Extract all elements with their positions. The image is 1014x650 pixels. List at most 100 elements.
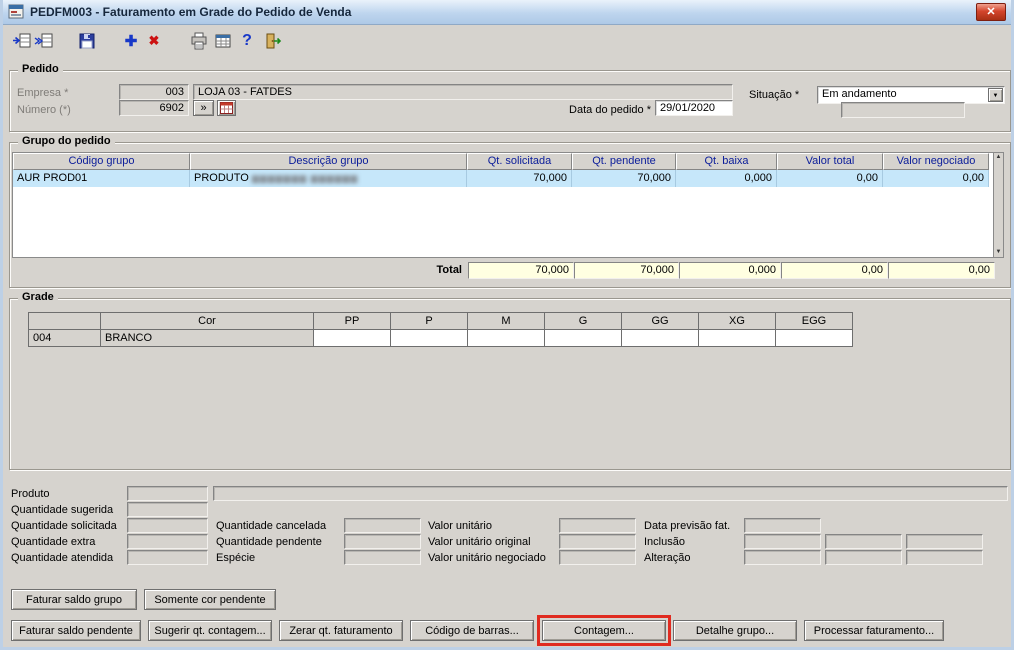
quantidade-atendida-label: Quantidade atendida (11, 552, 114, 564)
zerar-qt-faturamento-button[interactable]: Zerar qt. faturamento (279, 620, 403, 641)
especie-field[interactable] (344, 550, 421, 565)
table-row-qt-pendente-cell[interactable]: 70,000 (572, 170, 676, 187)
data-pedido-field[interactable]: 29/01/2020 (655, 100, 733, 116)
grade-header-egg: EGG (776, 313, 853, 330)
chevron-down-icon[interactable]: ▼ (988, 88, 1003, 102)
grade-header-xg: XG (699, 313, 776, 330)
grade-size-cell-egg[interactable] (776, 330, 853, 347)
column-header-descricao[interactable]: Descrição grupo (190, 153, 467, 170)
table-icon[interactable] (211, 29, 235, 53)
detalhe-grupo-button[interactable]: Detalhe grupo... (673, 620, 797, 641)
grade-size-cell-xg[interactable] (699, 330, 776, 347)
especie-label: Espécie (216, 552, 256, 564)
situacao-extra-field[interactable] (841, 102, 965, 118)
close-button[interactable]: ✕ (976, 3, 1006, 21)
print-icon[interactable] (187, 29, 211, 53)
table-row-valor-negociado-cell[interactable]: 0,00 (883, 170, 989, 187)
grade-row-color-cell[interactable]: BRANCO (101, 330, 314, 347)
delete-icon[interactable]: ✖ (142, 29, 166, 53)
scroll-down-icon[interactable]: ▼ (994, 248, 1003, 257)
table-row-codigo-cell[interactable]: AUR PROD01 (13, 170, 190, 187)
grade-row-code-cell[interactable]: 004 (29, 330, 101, 347)
quantidade-sugerida-field[interactable] (127, 502, 208, 517)
descricao-redacted: ▆▆▆▆▆▆▆ ▆▆▆▆▆▆ (251, 173, 359, 183)
data-previsao-label: Data previsão fat. (644, 520, 731, 532)
grade-header-cor: Cor (101, 313, 314, 330)
app-icon (8, 4, 24, 20)
inclusao-label: Inclusão (644, 536, 685, 548)
add-icon[interactable]: ✚ (119, 29, 143, 53)
empresa-name-field[interactable]: LOJA 03 - FATDES (193, 84, 733, 100)
total-valor-negociado: 0,00 (888, 262, 995, 279)
table-row-qt-solicitada-cell[interactable]: 70,000 (467, 170, 572, 187)
total-qt-pendente: 70,000 (574, 262, 679, 279)
fetch-record-icon[interactable] (9, 29, 33, 53)
total-qt-baixa: 0,000 (679, 262, 781, 279)
quantidade-extra-label: Quantidade extra (11, 536, 96, 548)
empresa-code-field[interactable]: 003 (119, 84, 189, 100)
data-previsao-field[interactable] (744, 518, 821, 533)
numero-field[interactable]: 6902 (119, 100, 189, 116)
faturar-saldo-grupo-button[interactable]: Faturar saldo grupo (11, 589, 137, 610)
vertical-scrollbar[interactable]: ▲ ▼ (993, 153, 1003, 257)
valor-unitario-original-field[interactable] (559, 534, 636, 549)
table-row-descricao-cell[interactable]: PRODUTO ▆▆▆▆▆▆▆ ▆▆▆▆▆▆ (190, 170, 467, 187)
grade-header-blank (29, 313, 101, 330)
column-header-qt-solicitada[interactable]: Qt. solicitada (467, 153, 572, 170)
inclusao-time-field[interactable] (825, 534, 902, 549)
grade-size-cell-p[interactable] (391, 330, 468, 347)
contagem-button[interactable]: Contagem... (542, 620, 666, 641)
inclusao-date-field[interactable] (744, 534, 821, 549)
produto-desc-field[interactable] (213, 486, 1008, 501)
grupo-grid: Código grupo Descrição grupo Qt. solicit… (13, 153, 1003, 187)
processar-faturamento-button[interactable]: Processar faturamento... (804, 620, 944, 641)
data-pedido-label: Data do pedido * (569, 104, 651, 116)
quantidade-atendida-field[interactable] (127, 550, 208, 565)
column-header-qt-baixa[interactable]: Qt. baixa (676, 153, 777, 170)
faturar-saldo-pendente-button[interactable]: Faturar saldo pendente (11, 620, 141, 641)
table-row-valor-total-cell[interactable]: 0,00 (777, 170, 883, 187)
exit-icon[interactable] (261, 29, 285, 53)
empresa-label: Empresa * (17, 87, 69, 99)
quantidade-cancelada-field[interactable] (344, 518, 421, 533)
fetch-records-icon[interactable] (31, 29, 55, 53)
column-header-qt-pendente[interactable]: Qt. pendente (572, 153, 676, 170)
situacao-value: Em andamento (822, 88, 897, 100)
save-icon[interactable] (75, 29, 99, 53)
inclusao-user-field[interactable] (906, 534, 983, 549)
grupo-table: Código grupo Descrição grupo Qt. solicit… (12, 152, 1004, 258)
alteracao-user-field[interactable] (906, 550, 983, 565)
sugerir-qt-contagem-button[interactable]: Sugerir qt. contagem... (148, 620, 272, 641)
lookup-table-icon[interactable] (217, 100, 236, 116)
column-header-valor-negociado[interactable]: Valor negociado (883, 153, 989, 170)
grade-header-p: P (391, 313, 468, 330)
valor-unitario-field[interactable] (559, 518, 636, 533)
help-icon[interactable]: ? (235, 29, 259, 53)
alteracao-time-field[interactable] (825, 550, 902, 565)
grade-size-cell-gg[interactable] (622, 330, 699, 347)
produto-code-field[interactable] (127, 486, 208, 501)
valor-unitario-label: Valor unitário (428, 520, 492, 532)
grade-legend: Grade (18, 291, 58, 303)
quantidade-extra-field[interactable] (127, 534, 208, 549)
alteracao-date-field[interactable] (744, 550, 821, 565)
codigo-de-barras-button[interactable]: Código de barras... (410, 620, 534, 641)
grade-header-m: M (468, 313, 545, 330)
grade-size-cell-pp[interactable] (314, 330, 391, 347)
quantidade-solicitada-field[interactable] (127, 518, 208, 533)
grade-table: Cor PP P M G GG XG EGG 004 BRANCO (28, 312, 853, 347)
pedido-legend: Pedido (18, 63, 63, 75)
quantidade-pendente-field[interactable] (344, 534, 421, 549)
grade-size-cell-m[interactable] (468, 330, 545, 347)
column-header-codigo[interactable]: Código grupo (13, 153, 190, 170)
grade-size-cell-g[interactable] (545, 330, 622, 347)
more-button[interactable]: » (193, 100, 214, 116)
grupo-total-row: Total 70,000 70,000 0,000 0,00 0,00 (12, 262, 995, 279)
valor-unitario-original-label: Valor unitário original (428, 536, 531, 548)
valor-unitario-negociado-field[interactable] (559, 550, 636, 565)
somente-cor-pendente-button[interactable]: Somente cor pendente (144, 589, 276, 610)
grade-header-pp: PP (314, 313, 391, 330)
table-row-qt-baixa-cell[interactable]: 0,000 (676, 170, 777, 187)
scroll-up-icon[interactable]: ▲ (994, 153, 1003, 162)
column-header-valor-total[interactable]: Valor total (777, 153, 883, 170)
